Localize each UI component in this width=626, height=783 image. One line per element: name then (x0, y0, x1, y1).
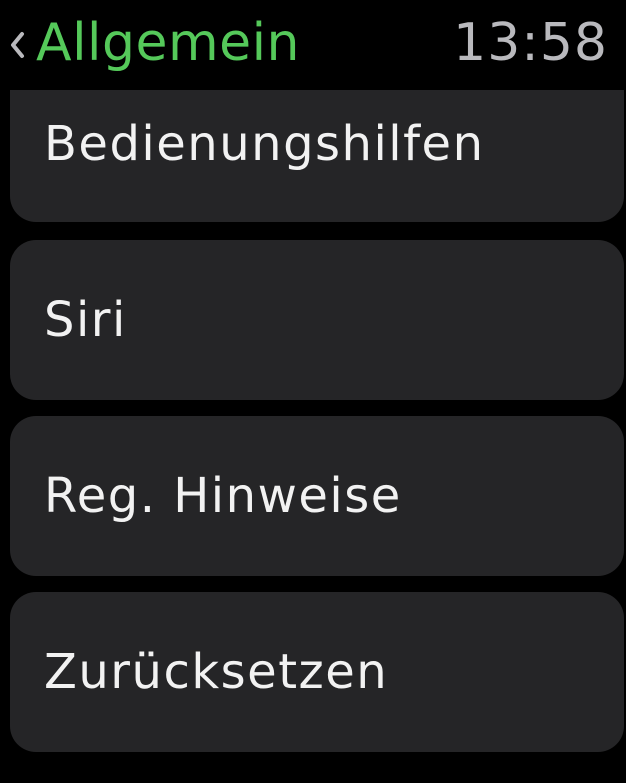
back-label: Allgemein (36, 13, 301, 73)
list-item-zuruecksetzen[interactable]: Zurücksetzen (10, 592, 624, 752)
list-item-label: Bedienungshilfen (44, 116, 485, 172)
nav-header: Allgemein 13:58 (0, 0, 626, 90)
list-item-siri[interactable]: Siri (10, 240, 624, 400)
list-item-reg-hinweise[interactable]: Reg. Hinweise (10, 416, 624, 576)
list-item-label: Zurücksetzen (44, 644, 389, 700)
list-item-label: Reg. Hinweise (44, 468, 402, 524)
list-item-label: Siri (44, 292, 127, 348)
back-button[interactable]: Allgemein (8, 8, 300, 78)
clock-time: 13:58 (453, 13, 608, 73)
chevron-left-icon (8, 8, 36, 78)
